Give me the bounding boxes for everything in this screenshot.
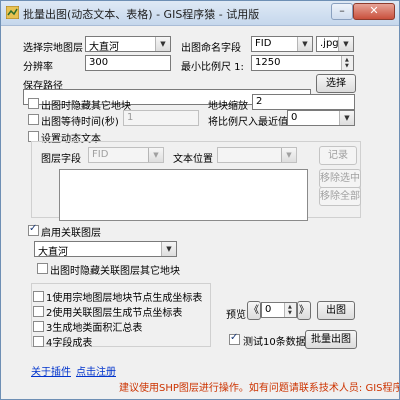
chevron-down-icon: ▼ [155,37,170,51]
chevron-down-icon: ▼ [281,148,296,162]
prev-button[interactable]: 《 [247,301,261,320]
min-scale-input[interactable]: 1250 ▲ ▼ [251,55,354,71]
option-1-checkbox[interactable] [33,291,44,302]
text-position-select[interactable]: ▼ [217,147,297,163]
chevron-down-icon: ▼ [148,148,163,162]
hide-other-label: 出图时隐藏其它地块 [41,101,131,112]
layer-field-select[interactable]: FID ▼ [88,147,164,163]
related-hide-label: 出图时隐藏关联图层其它地块 [50,266,180,277]
spinner[interactable]: ▲ ▼ [341,56,353,70]
name-field-select[interactable]: FID ▼ [251,36,313,52]
related-layer-label: 启用关联图层 [41,228,101,239]
option-2-checkbox[interactable] [33,306,44,317]
preview-index-input[interactable]: 0 ▲ ▼ [261,302,297,318]
related-layer-value: 大直河 [38,247,68,258]
layer-field-label: 图层字段 [41,154,81,165]
preview-index-value: 0 [265,304,272,315]
zoom-input[interactable]: 2 [252,94,355,110]
next-button[interactable]: 》 [297,301,311,320]
layer-field-value: FID [92,149,109,160]
chevron-down-icon: ▼ [338,37,353,51]
chevron-down-icon: ▼ [339,111,354,125]
test-10-label: 测试10条数据 [243,337,306,348]
wait-input[interactable]: 1 [123,110,199,126]
preview-label: 预览 [226,310,246,321]
remove-selected-button[interactable]: 移除选中 [319,169,361,188]
layer-select[interactable]: 大直河 ▼ [85,36,171,53]
chevron-down-icon: ▼ [297,37,312,51]
related-hide-checkbox[interactable] [37,263,48,274]
register-link[interactable]: 点击注册 [76,363,116,378]
test-10-checkbox[interactable] [229,332,240,345]
round-label: 将比例尺入最近值 [208,117,288,128]
option-3-label: 3生成地类面积汇总表 [46,323,143,334]
spinner[interactable]: ▲ ▼ [284,303,296,317]
export-button[interactable]: 出图 [317,301,355,320]
related-layer-checkbox[interactable] [28,223,39,236]
chevron-down-icon: ▼ [161,242,176,256]
option-1-label: 1使用宗地图层地块节点生成坐标表 [46,293,203,304]
round-select[interactable]: 0 ▼ [287,110,355,126]
related-layer-select[interactable]: 大直河 ▼ [34,241,177,258]
dpi-label: 分辨率 [23,62,53,73]
browse-button[interactable]: 选择 [316,74,356,93]
format-select[interactable]: .jpg ▼ [316,36,354,52]
window-title: 批量出图(动态文本、表格) - GIS程序猿 - 试用版 [23,8,260,21]
format-value: .jpg [320,38,339,49]
option-3-checkbox[interactable] [33,321,44,332]
dpi-input[interactable]: 300 [85,55,171,71]
min-scale-label: 最小比例尺 1: [181,62,244,73]
text-position-label: 文本位置 [173,154,213,165]
layer-label: 选择宗地图层 [23,43,83,54]
hide-other-checkbox[interactable] [28,98,39,109]
min-scale-value: 1250 [255,57,281,68]
title-bar: 批量出图(动态文本、表格) - GIS程序猿 - 试用版 – ✕ [1,1,399,26]
dynamic-text-list[interactable] [59,169,308,221]
option-4-label: 4字段成表 [46,338,93,349]
layer-select-value: 大直河 [89,42,119,53]
round-value: 0 [291,112,298,123]
remove-all-button[interactable]: 移除全部 [319,187,361,206]
zoom-label: 地块缩放 [208,101,248,112]
name-field-label: 出图命名字段 [181,43,241,54]
wait-checkbox[interactable] [28,114,39,125]
status-notice: 建议使用SHP图层进行操作。如有问题请联系技术人员: GIS程序 [119,383,400,394]
app-icon [6,6,19,19]
app-window: 批量出图(动态文本、表格) - GIS程序猿 - 试用版 – ✕ 选择宗地图层 … [0,0,400,400]
about-link[interactable]: 关于插件 [31,363,71,378]
record-button[interactable]: 记录 [319,146,357,165]
option-2-label: 2使用关联图层生成节点坐标表 [46,308,183,319]
option-4-checkbox[interactable] [33,336,44,347]
batch-export-button[interactable]: 批量出图 [305,330,357,349]
close-button[interactable]: ✕ [353,3,395,20]
wait-label: 出图等待时间(秒) [41,117,119,128]
name-field-value: FID [255,38,272,49]
minimize-button[interactable]: – [331,3,353,20]
